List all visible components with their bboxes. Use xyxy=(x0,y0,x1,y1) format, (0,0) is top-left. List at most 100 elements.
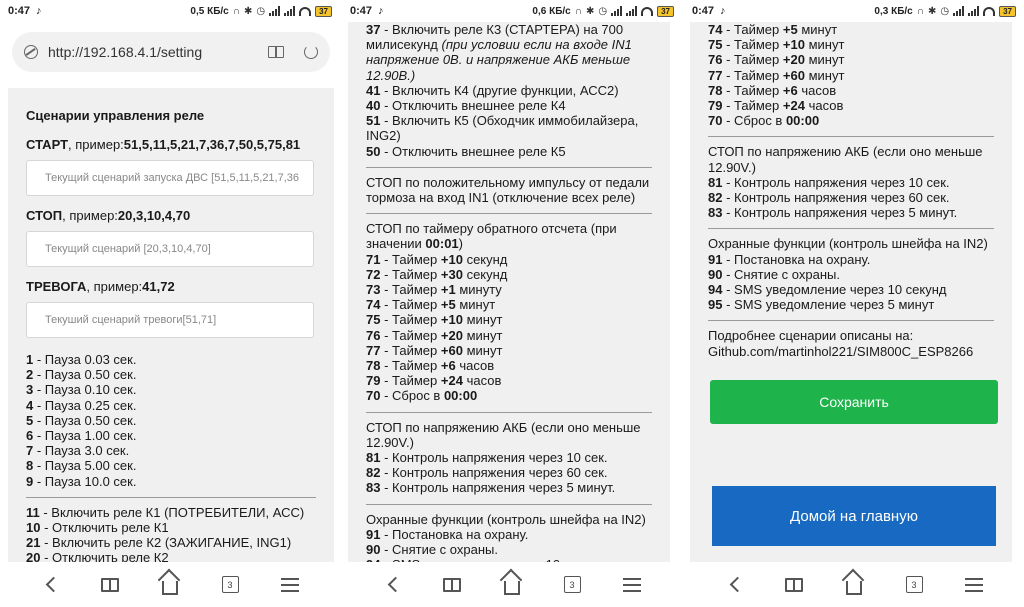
list-item: 8 - Пауза 5.00 сек. xyxy=(26,458,137,474)
browser-nav-bar: 3 xyxy=(684,562,1024,607)
tabs-button[interactable]: 3 xyxy=(219,574,241,596)
wifi-icon xyxy=(983,6,996,16)
reload-icon[interactable] xyxy=(304,45,318,59)
list-item: 40 - Отключить внешнее реле К4 xyxy=(366,98,566,114)
network-speed: 0,5 КБ/с xyxy=(190,5,229,17)
list-item: 77 - Таймер +60 минут xyxy=(366,342,503,358)
menu-button[interactable] xyxy=(621,574,643,596)
settings-form: 74 - Таймер +5 минут 75 - Таймер +10 мин… xyxy=(690,22,1012,562)
list-item: 6 - Пауза 1.00 сек. xyxy=(26,428,137,444)
browser-nav-bar: 3 xyxy=(0,562,340,607)
list-item: 78 - Таймер +6 часов xyxy=(366,358,495,374)
status-bar: 0:47 ♪ 0,6 КБ/с ∩ ✱ ◷ 37 xyxy=(342,0,682,22)
list-item: 37 - Включить реле К3 (СТАРТЕРА) на 700 xyxy=(366,22,624,37)
bookmarks-button[interactable] xyxy=(99,574,121,596)
list-item: 77 - Таймер +60 минут xyxy=(708,67,845,83)
settings-form: 37 - Включить реле К3 (СТАРТЕРА) на 700 … xyxy=(348,22,670,562)
back-icon xyxy=(387,576,403,593)
bookmarks-button[interactable] xyxy=(441,574,463,596)
bluetooth-icon: ✱ xyxy=(243,5,253,17)
menu-button[interactable] xyxy=(963,574,985,596)
list-item: 74 - Таймер +5 минут xyxy=(708,22,838,37)
list-item: 9 - Пауза 10.0 сек. xyxy=(26,473,137,489)
battery-icon: 37 xyxy=(657,5,674,17)
list-item: 81 - Контроль напряжения через 10 сек. xyxy=(366,450,608,466)
tabs-button[interactable]: 3 xyxy=(561,574,583,596)
back-button[interactable] xyxy=(381,574,403,596)
bookmarks-icon xyxy=(785,577,803,592)
divider xyxy=(708,228,994,230)
list-item-cont: ING2) xyxy=(366,128,401,144)
list-item: 82 - Контроль напряжения через 60 сек. xyxy=(366,465,608,481)
back-button[interactable] xyxy=(723,574,745,596)
home-page-button[interactable]: Домой на главную xyxy=(712,486,996,546)
list-item: 76 - Таймер +20 минут xyxy=(708,52,845,68)
menu-icon xyxy=(281,577,299,592)
list-item: 79 - Таймер +24 часов xyxy=(708,98,844,114)
status-bar: 0:47 ♪ 0,3 КБ/с ∩ ✱ ◷ 37 xyxy=(684,0,1024,22)
divider xyxy=(366,166,652,168)
menu-icon xyxy=(623,577,641,592)
site-info-icon[interactable] xyxy=(24,45,38,59)
stop-label: СТОП, пример:20,3,10,4,70 xyxy=(26,208,191,223)
list-item: 82 - Контроль напряжения через 60 сек. xyxy=(708,190,950,206)
divider xyxy=(366,503,652,505)
reader-mode-icon[interactable] xyxy=(268,46,284,58)
home-button[interactable] xyxy=(501,574,523,596)
home-icon xyxy=(846,580,862,595)
url-text[interactable]: http://192.168.4.1/setting xyxy=(48,44,202,60)
signal-icon xyxy=(611,6,623,16)
guard-title: Охранные функции (контроль шнейфа на IN2… xyxy=(708,236,988,252)
list-item: 91 - Постановка на охрану. xyxy=(366,526,529,542)
settings-form: Сценарии управления реле СТАРТ, пример:5… xyxy=(8,88,334,562)
status-bar: 0:47 ♪ 0,5 КБ/с ∩ ✱ ◷ 37 xyxy=(0,0,340,22)
list-item: 3 - Пауза 0.10 сек. xyxy=(26,382,137,398)
tabs-icon: 3 xyxy=(221,576,239,593)
list-item: 83 - Контроль напряжения через 5 минут. xyxy=(708,205,958,221)
list-item: 11 - Включить реле К1 (ПОТРЕБИТЕЛИ, АСС) xyxy=(26,504,305,520)
divider xyxy=(708,320,994,322)
more-info-title: Подробнее сценарии описаны на: xyxy=(708,328,914,344)
list-item: 1 - Пауза 0.03 сек. xyxy=(26,352,137,367)
status-time: 0:47 xyxy=(350,5,373,17)
stop-scenario-input[interactable]: Текущий сценарий [20,3,10,4,70] xyxy=(26,231,314,267)
more-info-link[interactable]: Github.com/martinhol221/SIM800C_ESP8266 xyxy=(708,344,994,359)
back-button[interactable] xyxy=(39,574,61,596)
tabs-icon: 3 xyxy=(563,576,581,593)
home-button[interactable] xyxy=(843,574,865,596)
bluetooth-icon: ✱ xyxy=(927,5,937,17)
headphones-icon: ∩ xyxy=(574,5,582,17)
alarm-icon: ◷ xyxy=(940,5,950,17)
headphones-icon: ∩ xyxy=(232,5,240,17)
list-item: 79 - Таймер +24 часов xyxy=(366,373,502,389)
stop-voltage-title: СТОП по напряжению АКБ (если оно меньше … xyxy=(708,144,983,175)
list-item: 83 - Контроль напряжения через 5 минут. xyxy=(366,480,616,496)
list-item: 81 - Контроль напряжения через 10 сек. xyxy=(708,174,950,190)
start-scenario-input[interactable]: Текущий сценарий запуска ДВС [51,5,11,5,… xyxy=(26,160,314,196)
list-item: 78 - Таймер +6 часов xyxy=(708,82,837,98)
list-item: 20 - Отключить реле К2 xyxy=(26,550,169,562)
tiktok-icon: ♪ xyxy=(720,5,726,17)
wifi-icon xyxy=(641,6,654,16)
save-button[interactable]: Сохранить xyxy=(710,380,998,424)
alarm-scenario-input[interactable]: Текуший сценарий тревоги[51,71] xyxy=(26,302,314,338)
list-item: 75 - Таймер +10 минут xyxy=(366,312,503,328)
tiktok-icon: ♪ xyxy=(378,5,384,17)
menu-button[interactable] xyxy=(279,574,301,596)
bookmarks-icon xyxy=(443,577,461,592)
bookmarks-button[interactable] xyxy=(783,574,805,596)
status-time: 0:47 xyxy=(8,5,31,17)
tabs-button[interactable]: 3 xyxy=(903,574,925,596)
stop-pedal-text: СТОП по положительному импульсу от педал… xyxy=(366,174,650,206)
list-item: 76 - Таймер +20 минут xyxy=(366,327,503,343)
back-icon xyxy=(45,576,61,593)
headphones-icon: ∩ xyxy=(916,5,924,17)
address-bar[interactable]: http://192.168.4.1/setting xyxy=(12,32,330,72)
stop-voltage-title: СТОП по напряжению АКБ (если оно меньше … xyxy=(366,419,641,450)
wifi-icon xyxy=(299,6,312,16)
alarm-icon: ◷ xyxy=(256,5,266,17)
back-icon xyxy=(729,576,745,593)
home-button[interactable] xyxy=(159,574,181,596)
network-speed: 0,3 КБ/с xyxy=(874,5,913,17)
network-speed: 0,6 КБ/с xyxy=(532,5,571,17)
